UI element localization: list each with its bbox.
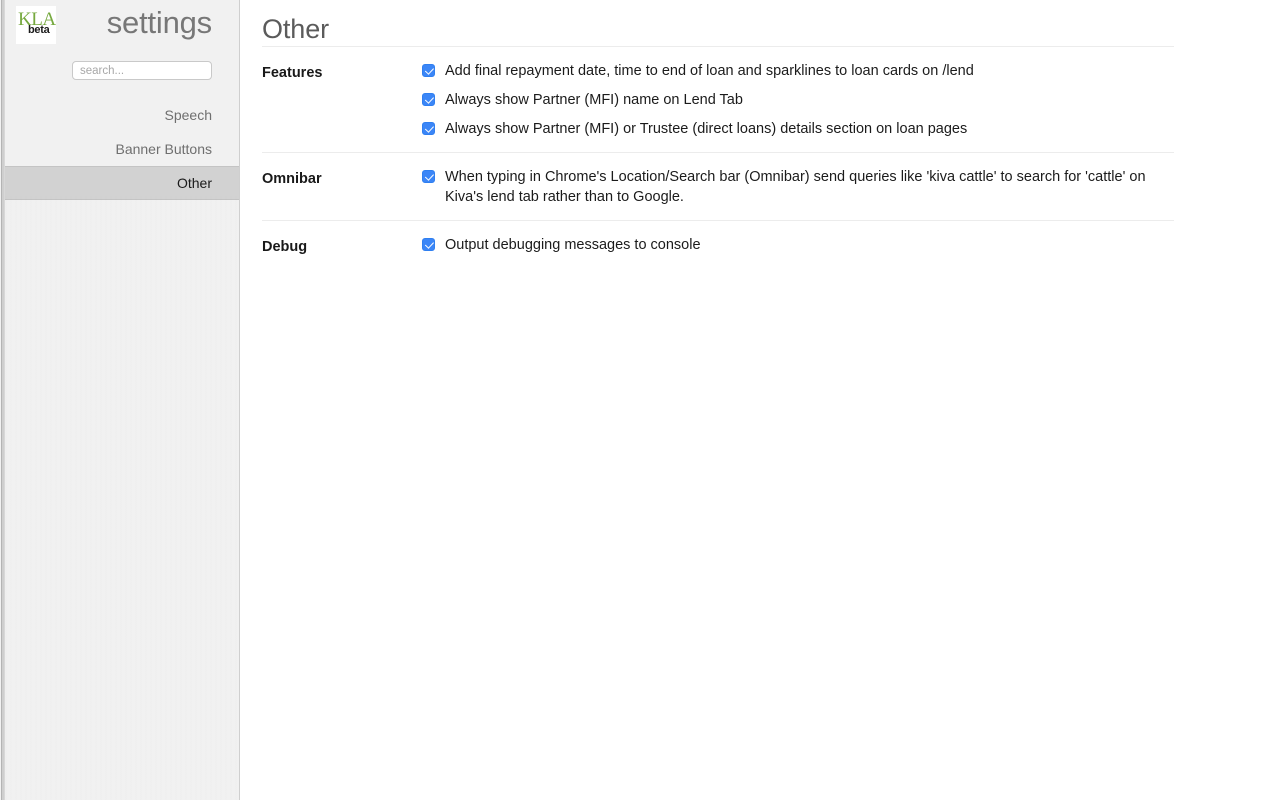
kla-logo: KLA beta bbox=[16, 6, 56, 44]
section-features: Features Add final repayment date, time … bbox=[240, 47, 1280, 152]
option-row: When typing in Chrome's Location/Search … bbox=[422, 167, 1174, 207]
section-debug: Debug Output debugging messages to conso… bbox=[240, 221, 1280, 270]
sidebar-nav: Speech Banner Buttons Other bbox=[5, 98, 239, 200]
main-content: Other Features Add final repayment date,… bbox=[240, 0, 1280, 800]
logo-beta-badge: beta bbox=[28, 24, 50, 36]
checkbox-omnibar-kiva-search[interactable] bbox=[422, 170, 435, 183]
window-left-scrollbar[interactable] bbox=[0, 0, 5, 800]
sidebar-item-label: Other bbox=[176, 175, 212, 191]
sidebar: KLA beta settings Speech Banner Buttons … bbox=[0, 0, 240, 800]
section-label: Features bbox=[262, 65, 323, 81]
settings-page: KLA beta settings Speech Banner Buttons … bbox=[0, 0, 1280, 800]
section-label: Omnibar bbox=[262, 171, 322, 187]
checkbox-output-debug-console[interactable] bbox=[422, 238, 435, 251]
option-label[interactable]: Always show Partner (MFI) name on Lend T… bbox=[445, 90, 743, 110]
option-row: Add final repayment date, time to end of… bbox=[422, 61, 1174, 81]
option-row: Output debugging messages to console bbox=[422, 235, 1174, 255]
page-title: Other bbox=[262, 14, 330, 44]
section-omnibar: Omnibar When typing in Chrome's Location… bbox=[240, 153, 1280, 220]
option-label[interactable]: Always show Partner (MFI) or Trustee (di… bbox=[445, 119, 967, 139]
option-label[interactable]: When typing in Chrome's Location/Search … bbox=[445, 167, 1174, 207]
search-input[interactable] bbox=[72, 61, 212, 80]
option-label[interactable]: Output debugging messages to console bbox=[445, 235, 701, 255]
option-row: Always show Partner (MFI) or Trustee (di… bbox=[422, 119, 1174, 139]
sidebar-header: KLA beta settings bbox=[5, 0, 239, 52]
checkbox-show-partner-name-lend-tab[interactable] bbox=[422, 93, 435, 106]
sidebar-item-speech[interactable]: Speech bbox=[5, 98, 239, 132]
page-heading-settings: settings bbox=[106, 5, 212, 40]
sidebar-search-wrap bbox=[5, 61, 239, 80]
section-label: Debug bbox=[262, 239, 308, 255]
sidebar-background-fill bbox=[5, 196, 239, 800]
checkbox-final-repayment-sparklines[interactable] bbox=[422, 64, 435, 77]
checkbox-show-partner-trustee-details[interactable] bbox=[422, 122, 435, 135]
option-label[interactable]: Add final repayment date, time to end of… bbox=[445, 61, 974, 81]
sidebar-item-other[interactable]: Other bbox=[5, 166, 239, 200]
option-row: Always show Partner (MFI) name on Lend T… bbox=[422, 90, 1174, 110]
section-options: When typing in Chrome's Location/Search … bbox=[422, 167, 1174, 207]
section-options: Add final repayment date, time to end of… bbox=[422, 61, 1174, 139]
section-options: Output debugging messages to console bbox=[422, 235, 1174, 255]
sidebar-item-label: Banner Buttons bbox=[115, 141, 212, 157]
sidebar-item-label: Speech bbox=[164, 107, 212, 123]
sidebar-item-banner-buttons[interactable]: Banner Buttons bbox=[5, 132, 239, 166]
